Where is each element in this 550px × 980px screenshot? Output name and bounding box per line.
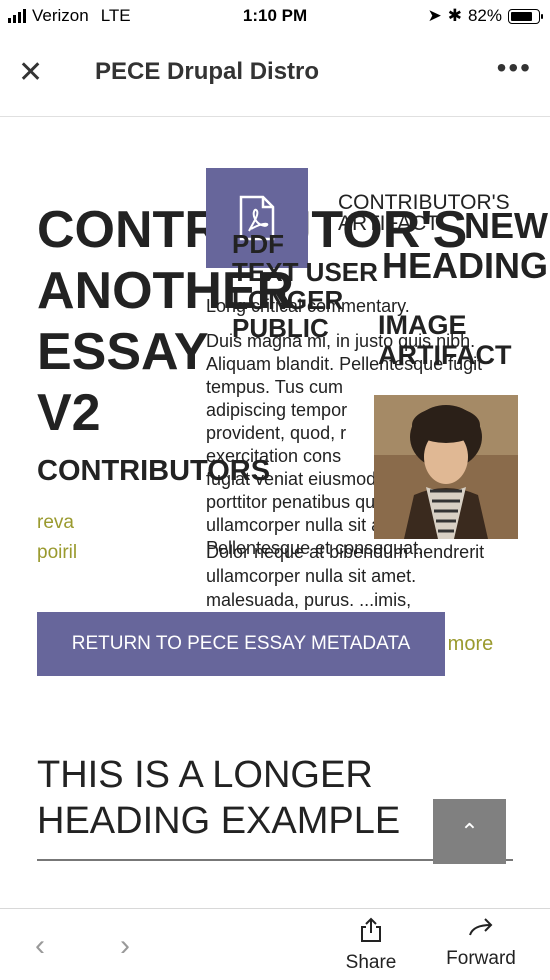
forward-arrow-icon <box>469 918 493 936</box>
status-bar: Verizon LTE 1:10 PM ➤ ✱ 82% <box>0 0 550 30</box>
forward-label: Forward <box>446 948 516 969</box>
portrait-photo <box>374 395 518 539</box>
share-button[interactable]: Share <box>343 917 399 974</box>
contributor-link[interactable]: reva <box>37 512 74 534</box>
share-label: Share <box>345 952 397 973</box>
back-icon[interactable]: ‹ <box>35 929 45 963</box>
return-to-metadata-button[interactable]: RETURN TO PECE ESSAY METADATA <box>37 612 445 676</box>
lorem-line: Duis magna mi, in justo quis nibh. <box>206 331 476 351</box>
browser-toolbar: ‹ › Share Forward <box>0 908 550 980</box>
battery-icon <box>508 8 543 24</box>
scroll-to-top-button[interactable]: ⌃ <box>433 799 506 864</box>
artifact-type: PDF <box>232 229 284 259</box>
contributors-heading: CONTRIBUTORS <box>37 455 271 487</box>
forward-chevron-icon[interactable]: › <box>120 929 130 963</box>
forward-button[interactable]: Forward <box>436 917 526 970</box>
location-icon: ➤ <box>427 6 442 25</box>
battery-percent: 82% <box>467 6 502 25</box>
section-heading: THIS IS A LONGER HEADING EXAMPLE <box>37 754 401 842</box>
contributor-link[interactable]: poiril <box>37 542 77 564</box>
artifact-excerpt: Dolor neque at bibendum hendrerit ullamc… <box>206 540 506 612</box>
excerpt-line: Dolor neque at bibendum hendrerit <box>206 542 485 562</box>
chevron-up-icon: ⌃ <box>460 818 479 844</box>
critical-commentary: Long critical commentary. <box>206 296 410 316</box>
artifact-type: TEXT USER <box>232 257 378 287</box>
close-icon[interactable]: ✕ <box>18 58 43 88</box>
image-artifact-thumbnail[interactable] <box>374 395 518 539</box>
page-title: PECE Drupal Distro <box>95 58 320 85</box>
more-options-icon[interactable]: ••• <box>497 52 532 84</box>
artifact-types: PDF TEXT USER LONGER PUBLIC <box>232 230 378 342</box>
app-bar: ✕ PECE Drupal Distro ••• <box>0 30 550 117</box>
excerpt-line: malesuada, purus. ...imis, <box>206 590 412 610</box>
lorem-line: Aliquam blandit. Pellentesque fugit <box>206 354 483 374</box>
share-icon <box>361 917 381 942</box>
excerpt-line: ullamcorper nulla sit amet. <box>206 566 417 586</box>
bluetooth-icon: ✱ <box>447 6 462 25</box>
